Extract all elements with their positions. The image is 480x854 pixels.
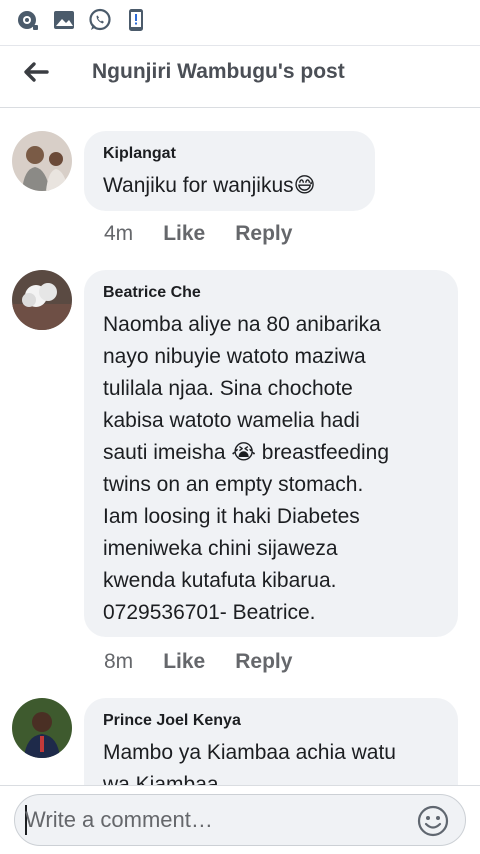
comment-input-box[interactable]: Write a comment…: [14, 794, 466, 846]
avatar[interactable]: [12, 131, 72, 191]
comment-text: Mambo ya Kiambaa achia watu wa Kiambaa: [103, 741, 396, 785]
whatsapp-icon: [89, 8, 111, 31]
comment-text: Wanjiku for wanjikus😅: [103, 174, 316, 197]
comment-bubble[interactable]: Kiplangat Wanjiku for wanjikus😅: [84, 131, 375, 211]
back-button[interactable]: [16, 52, 56, 92]
reply-button[interactable]: Reply: [235, 650, 292, 674]
phone-notification-icon: [129, 9, 143, 31]
comment-composer-bar: Write a comment…: [0, 785, 480, 854]
comment-bubble[interactable]: Beatrice Che Naomba aliye na 80 anibarik…: [84, 270, 458, 637]
post-header: Ngunjiri Wambugu's post: [0, 46, 480, 108]
avatar[interactable]: [12, 270, 72, 330]
reply-button[interactable]: Reply: [235, 222, 292, 246]
comment-time: 8m: [104, 650, 134, 673]
comment-author[interactable]: Kiplangat: [103, 144, 355, 164]
status-bar: [0, 0, 480, 46]
comments-feed[interactable]: Kiplangat Wanjiku for wanjikus😅 4m Like …: [0, 109, 480, 785]
gallery-icon: [54, 11, 74, 29]
camera-lens-icon: [18, 11, 38, 30]
like-button[interactable]: Like: [163, 222, 205, 246]
smiley-face-icon[interactable]: [417, 805, 449, 837]
like-button[interactable]: Like: [163, 650, 205, 674]
comment-author[interactable]: Beatrice Che: [103, 283, 438, 303]
comment-time: 4m: [104, 222, 134, 245]
page-title: Ngunjiri Wambugu's post: [92, 60, 345, 83]
comment-input[interactable]: Write a comment…: [25, 807, 213, 833]
comment-author[interactable]: Prince Joel Kenya: [103, 711, 438, 731]
comment-bubble[interactable]: Prince Joel Kenya Mambo ya Kiambaa achia…: [84, 698, 458, 785]
arrow-left-icon: [24, 62, 49, 82]
comment-actions: 4m Like Reply: [104, 222, 292, 246]
avatar[interactable]: [12, 698, 72, 758]
comment-actions: 8m Like Reply: [104, 650, 292, 674]
comment-text: Naomba aliye na 80 anibarika nayo nibuyi…: [103, 313, 390, 624]
